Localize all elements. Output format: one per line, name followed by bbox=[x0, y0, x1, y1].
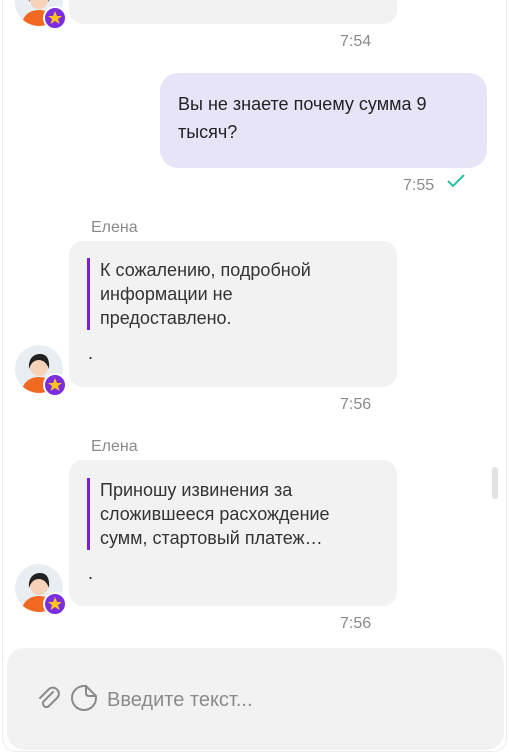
paperclip-icon[interactable] bbox=[33, 683, 63, 713]
sender-name: Елена bbox=[91, 438, 138, 455]
message-time: 7:56 bbox=[340, 615, 372, 632]
message-bubble-partial bbox=[69, 0, 397, 24]
star-badge-icon bbox=[43, 373, 67, 397]
agent-avatar bbox=[15, 564, 67, 616]
double-check-icon bbox=[446, 173, 466, 194]
message-time: 7:55 bbox=[403, 177, 435, 194]
quote-line: информации не bbox=[100, 284, 233, 304]
message-quote: Приношу извинения за сложившееся расхожд… bbox=[87, 478, 380, 550]
quote-line: К сожалению, подробной bbox=[100, 260, 311, 280]
message-time: 7:54 bbox=[340, 33, 372, 50]
chat-window: 7:54 Вы не знаете почему сумма 9 тысяч? … bbox=[2, 0, 507, 752]
sender-name: Елена bbox=[91, 219, 138, 236]
star-badge-icon bbox=[43, 6, 67, 30]
star-badge-icon bbox=[43, 592, 67, 616]
outgoing-message-text: Вы не знаете почему сумма 9 тысяч? bbox=[178, 92, 478, 144]
agent-avatar bbox=[15, 345, 67, 397]
quote-line: сложившееся расхождение bbox=[100, 504, 330, 524]
message-text: . bbox=[88, 343, 94, 363]
message-input[interactable] bbox=[107, 686, 467, 714]
message-text: . bbox=[88, 563, 94, 583]
quote-line: сумм, стартовый платеж… bbox=[100, 528, 323, 548]
message-time: 7:56 bbox=[340, 396, 372, 413]
outgoing-message-line: Вы не знаете почему сумма 9 bbox=[178, 94, 427, 114]
message-quote: К сожалению, подробной информации не пре… bbox=[87, 258, 380, 330]
sticker-icon[interactable] bbox=[69, 683, 99, 713]
scrollbar-thumb[interactable] bbox=[492, 467, 498, 499]
quote-line: предоставлено. bbox=[100, 308, 232, 328]
agent-avatar bbox=[15, 0, 67, 30]
outgoing-message-line: тысяч? bbox=[178, 122, 238, 142]
quote-line: Приношу извинения за bbox=[100, 480, 293, 500]
